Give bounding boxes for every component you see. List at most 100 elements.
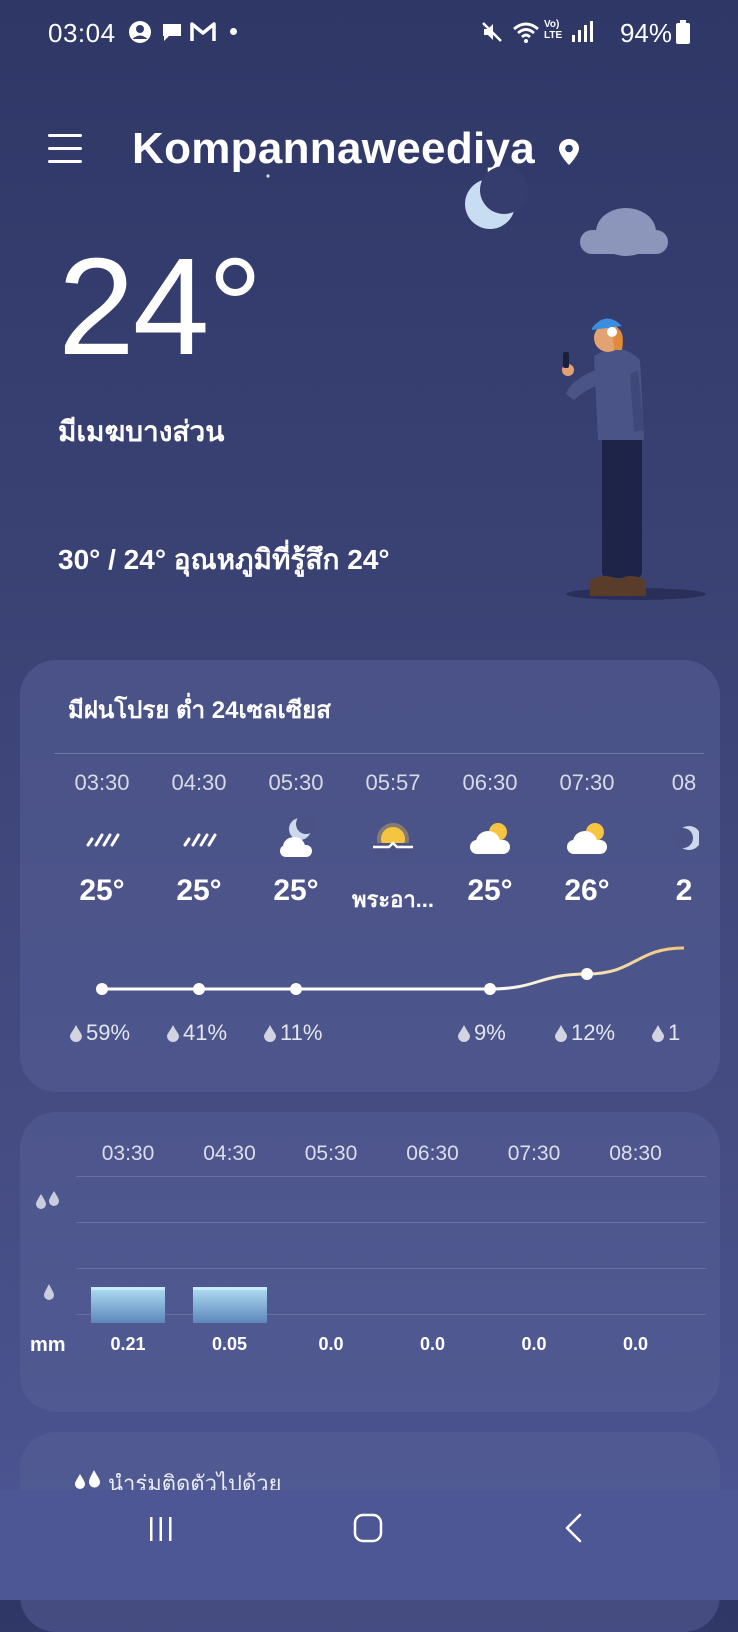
- hour-time: 05:30: [268, 770, 324, 795]
- mute-icon: [482, 22, 502, 42]
- rain-chance-value: 41%: [183, 1020, 228, 1045]
- back-icon[interactable]: [562, 1512, 586, 1544]
- person-illustration: [562, 318, 706, 600]
- precip-value: 0.0: [318, 1334, 344, 1354]
- cloud-icon: [580, 208, 668, 256]
- gmail-icon: [190, 22, 216, 41]
- moon-icon: [636, 810, 732, 866]
- hour-temp: พระอา...: [351, 887, 435, 912]
- precip-value: 0.21: [110, 1334, 146, 1354]
- sunrise-icon: [345, 810, 441, 866]
- rain-drops-icon: [75, 1470, 100, 1489]
- hour-rain-chance: 9%: [456, 1020, 506, 1046]
- hour-temp: 26°: [564, 874, 610, 907]
- temperature-point: [484, 983, 496, 995]
- hour-time: 06:30: [462, 770, 518, 795]
- hour-time: 03:30: [74, 770, 130, 795]
- hour-rain-chance: 41%: [165, 1020, 227, 1046]
- battery-percent: 94%: [619, 18, 672, 48]
- grid-line: [76, 1314, 706, 1315]
- wifi-icon: [513, 22, 539, 43]
- rain-chance-value: 12%: [571, 1020, 616, 1045]
- hour-temp: 25°: [79, 874, 125, 907]
- temperature-point: [581, 968, 593, 980]
- battery-icon: [676, 20, 690, 44]
- recent-apps-icon[interactable]: [146, 1514, 176, 1544]
- rain-drop-icon: [264, 1025, 276, 1042]
- precip-value: 0.05: [211, 1334, 248, 1354]
- hour-item[interactable]: 07:30 26°: [539, 770, 635, 908]
- precip-value: 0.0: [419, 1334, 446, 1354]
- precip-bar: [91, 1287, 165, 1323]
- temperature-chart: [96, 946, 685, 995]
- precip-time: 04:30: [203, 1142, 256, 1165]
- hour-rain-chance: 11%: [262, 1020, 322, 1046]
- temperature-point: [290, 983, 302, 995]
- hour-item[interactable]: 05:57 พระอา...: [345, 770, 441, 917]
- rain-chance-value: 9%: [474, 1020, 506, 1045]
- rain-drop-icon: [458, 1025, 470, 1042]
- notification-dot-icon: [230, 28, 237, 35]
- chat-icon: [163, 24, 181, 41]
- hour-temp: 25°: [467, 874, 513, 907]
- hour-time: 08: [671, 770, 697, 795]
- precip-time: 06:30: [406, 1142, 459, 1165]
- hour-item[interactable]: 08 2: [636, 770, 732, 908]
- unit-label: mm: [30, 1334, 66, 1356]
- menu-icon: [48, 134, 82, 137]
- rain-chance-value: 1: [668, 1020, 681, 1045]
- signal-icon: [572, 21, 593, 42]
- precip-value: 0.0: [521, 1334, 547, 1354]
- temperature-point: [96, 983, 108, 995]
- rain-chance-value: 11%: [280, 1020, 323, 1045]
- temperature-point: [193, 983, 205, 995]
- current-temperature: 24°: [58, 230, 263, 384]
- rain-drop-icon: [70, 1025, 82, 1042]
- rain-chance-value: 59%: [86, 1020, 131, 1045]
- hour-item[interactable]: 06:30 25°: [442, 770, 538, 908]
- hour-time: 05:57: [365, 770, 421, 795]
- rain-drop-icon: [652, 1025, 664, 1042]
- menu-icon-bar: [48, 147, 82, 150]
- precip-value: 0.0: [622, 1334, 649, 1354]
- hour-rain-chance: 12%: [553, 1020, 615, 1046]
- hour-time: 04:30: [171, 770, 227, 795]
- sun-cloud-icon: [442, 810, 538, 866]
- status-time: 03:04: [48, 18, 116, 48]
- precip-time: 03:30: [101, 1142, 155, 1165]
- hour-item[interactable]: 03:30 25°: [54, 770, 150, 908]
- light-rain-drop-icon: [44, 1284, 54, 1300]
- rain-drop-icon: [167, 1025, 179, 1042]
- precip-bar: [192, 1287, 267, 1323]
- home-icon[interactable]: [352, 1512, 384, 1544]
- volte-icon: Vo) LTE: [544, 19, 563, 41]
- current-condition: มีเมฆบางส่วน: [58, 416, 225, 447]
- account-icon: [129, 21, 151, 43]
- forecast-summary: มีฝนโปรย ต่ำ 24เซลเซียส: [68, 697, 331, 724]
- precipitation-card[interactable]: 03:30 04:30 05:30 06:30 07:30 08:30 mm 0.21 0.…: [20, 1112, 720, 1412]
- drizzle-icon: [54, 810, 150, 866]
- precip-time: 07:30: [507, 1142, 561, 1165]
- grid-line: [76, 1268, 706, 1269]
- high-low-feels-like: 30° / 24° อุณหภูมิที่รู้สึก 24°: [58, 544, 390, 575]
- rain-drop-icon: [555, 1025, 567, 1042]
- sun-cloud-icon: [539, 810, 635, 866]
- hour-temp: 25°: [176, 874, 222, 907]
- precip-time: 05:30: [304, 1142, 358, 1165]
- grid-line: [76, 1176, 706, 1177]
- hour-item[interactable]: 05:30 25°: [248, 770, 344, 908]
- drizzle-icon: [151, 810, 247, 866]
- grid-line: [76, 1222, 706, 1223]
- status-bar: 03:04 Vo) LTE 94%: [0, 0, 738, 64]
- hour-item[interactable]: 04:30 25°: [151, 770, 247, 908]
- hour-rain-chance: 59%: [68, 1020, 130, 1046]
- hour-temp: 25°: [273, 874, 319, 907]
- hour-temp: 2: [675, 874, 693, 907]
- hour-time: 07:30: [559, 770, 615, 795]
- precip-time: 08:30: [609, 1142, 662, 1165]
- navigation-bar: [0, 1490, 738, 1600]
- heavy-rain-drops-icon: [36, 1191, 59, 1209]
- divider: [54, 753, 704, 754]
- hourly-forecast-card[interactable]: มีฝนโปรย ต่ำ 24เซลเซียส 03:30 25° 04:30 25°…: [20, 660, 720, 1092]
- hour-rain-chance: 1: [650, 1020, 680, 1046]
